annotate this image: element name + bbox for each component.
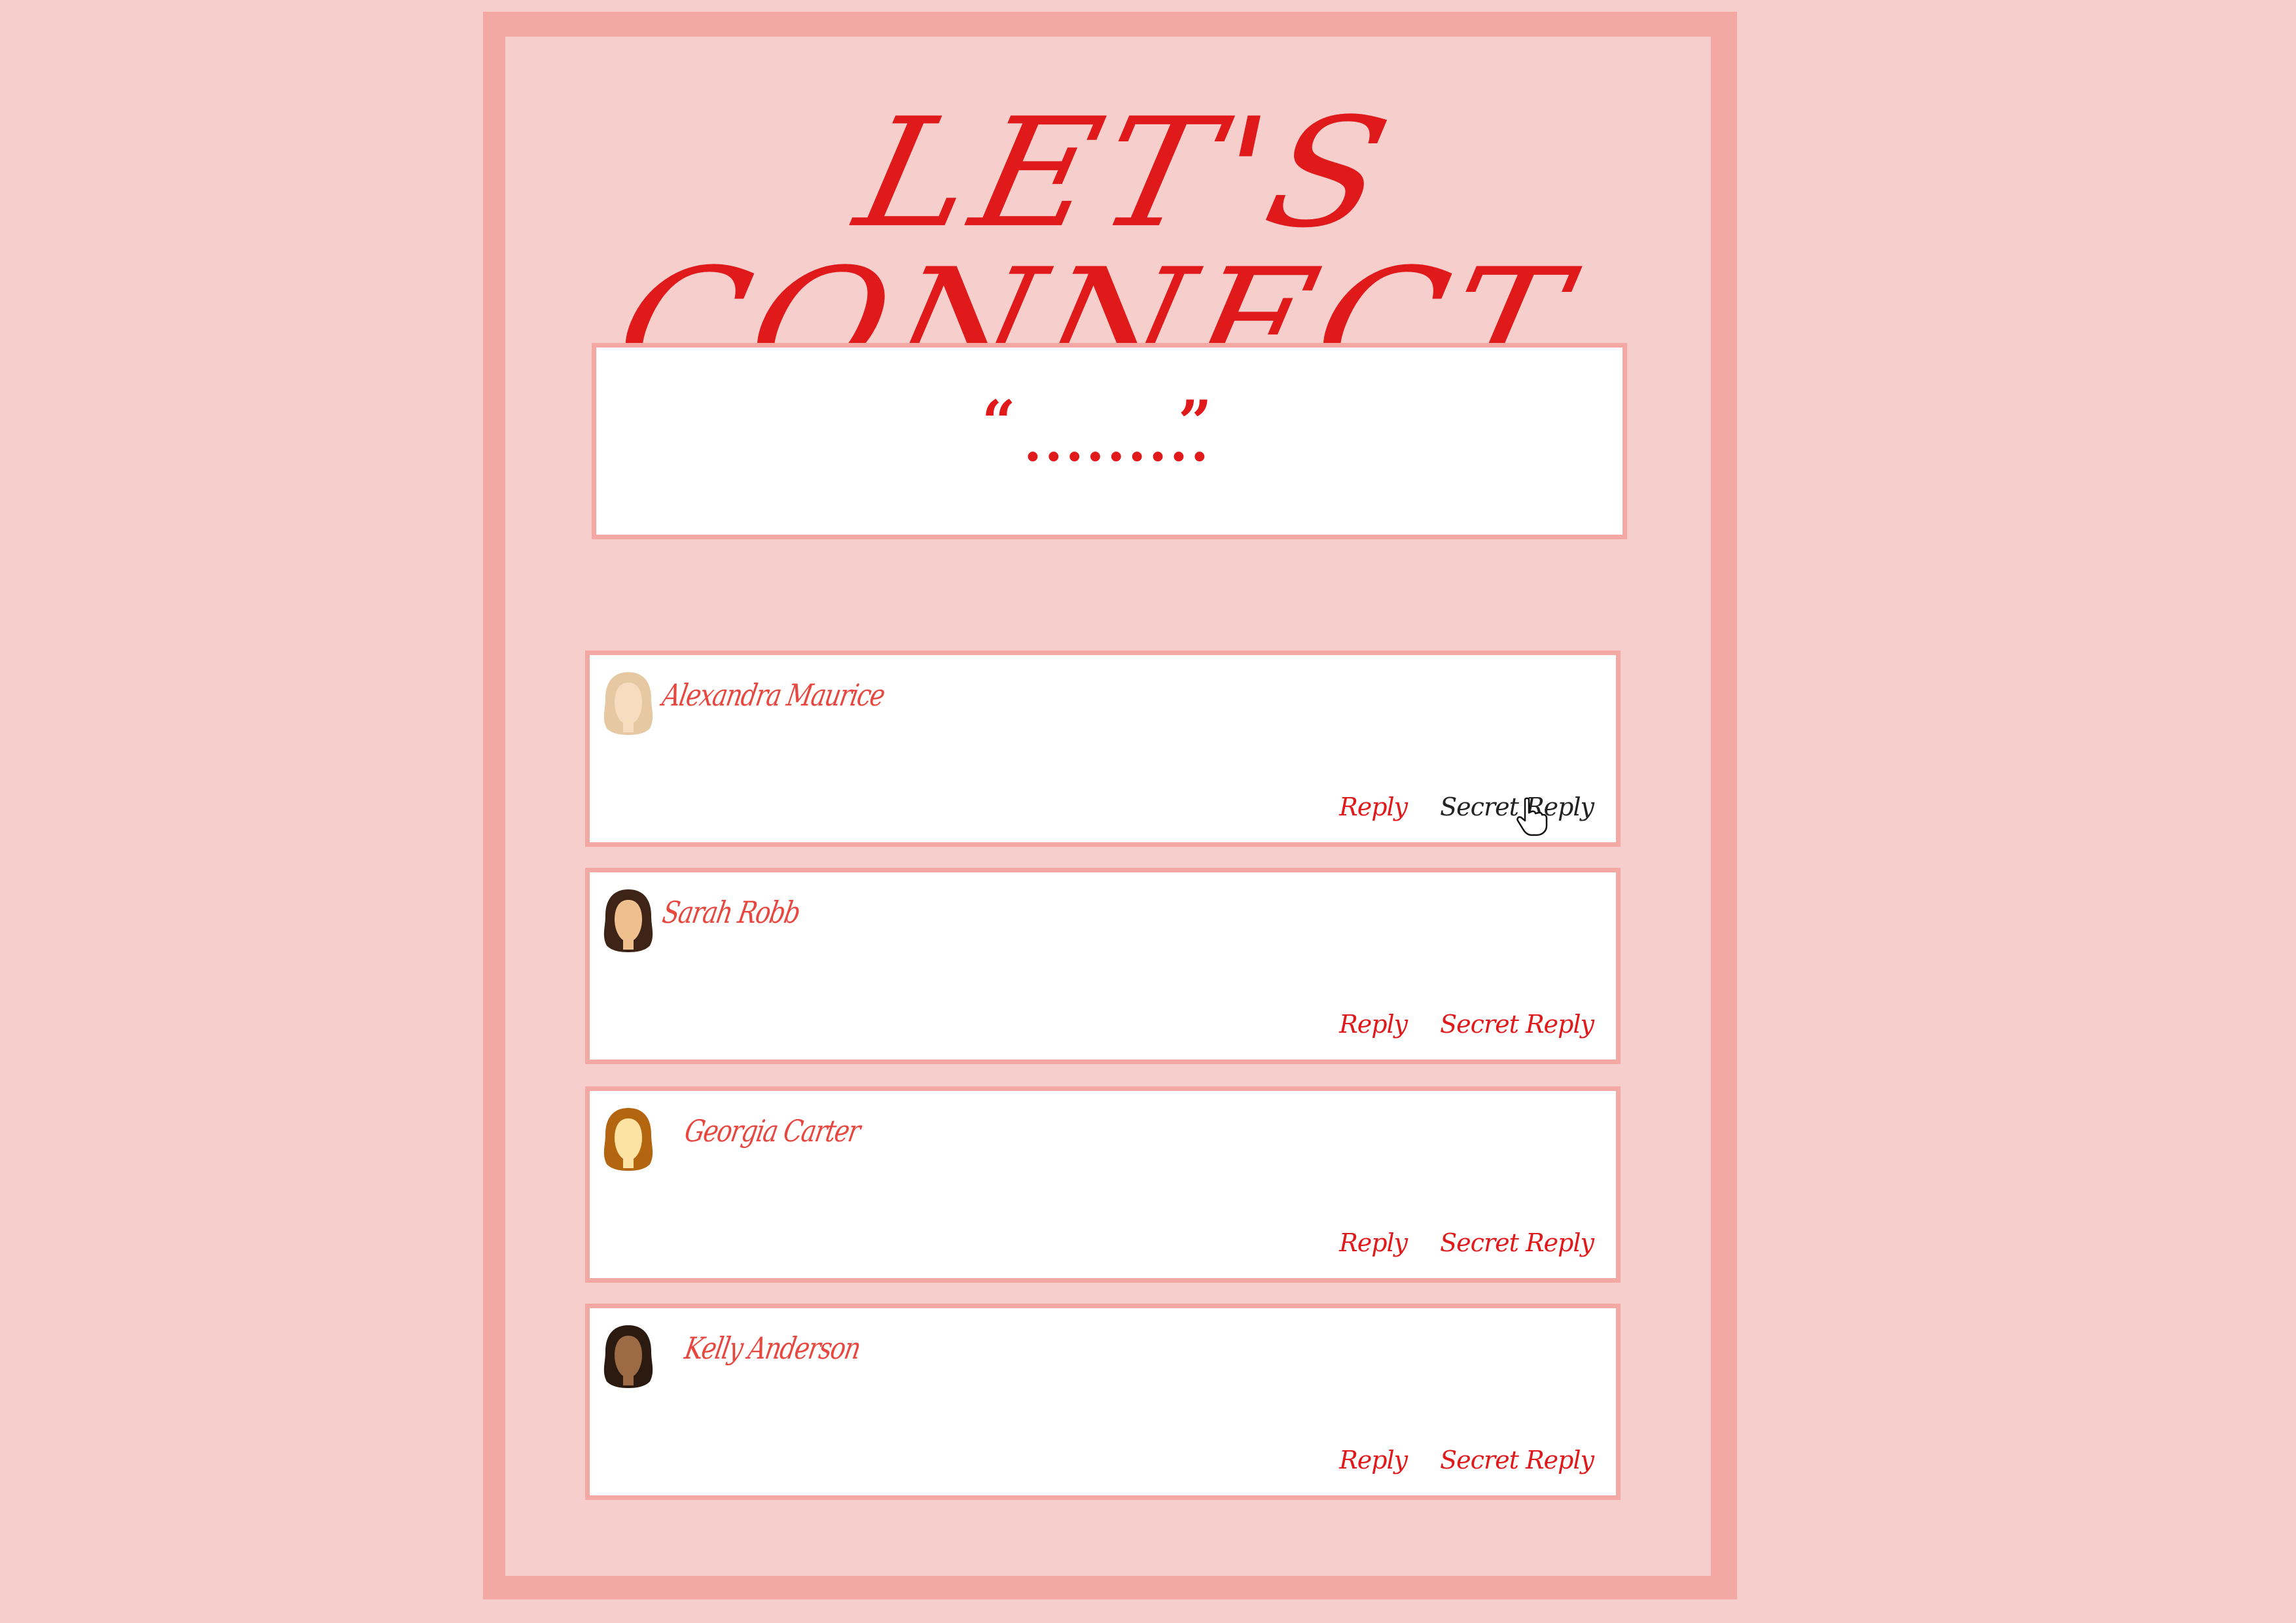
secret-reply-button[interactable]: Secret Reply [1440, 1010, 1594, 1039]
secret-reply-button[interactable]: Secret Reply [1440, 1446, 1594, 1474]
commenter-name: Kelly Anderson [682, 1330, 863, 1366]
close-quote-mark: ” [1178, 387, 1212, 457]
comment-card: Kelly Anderson Reply Secret Reply [585, 1304, 1621, 1500]
avatar-icon [603, 672, 653, 735]
commenter-name: Alexandra Maurice [660, 677, 888, 713]
commenter-name: Georgia Carter [682, 1113, 863, 1149]
comment-card: Sarah Robb Reply Secret Reply [585, 868, 1621, 1064]
open-quote-mark: “ [982, 387, 1016, 457]
pointer-cursor-icon [1516, 797, 1548, 836]
avatar-icon [603, 1108, 653, 1171]
comment-card: Georgia Carter Reply Secret Reply [585, 1086, 1621, 1283]
comment-card: Alexandra Maurice Reply Secret Reply [585, 651, 1621, 847]
quote-placeholder: “ ......... ” [982, 393, 1230, 497]
reply-button[interactable]: Reply [1339, 1446, 1408, 1474]
commenter-name: Sarah Robb [660, 895, 802, 930]
reply-button[interactable]: Reply [1339, 1228, 1408, 1257]
secret-reply-button[interactable]: Secret Reply [1440, 1228, 1594, 1257]
reply-button[interactable]: Reply [1339, 1010, 1408, 1039]
avatar-icon [603, 889, 653, 952]
reply-button[interactable]: Reply [1339, 793, 1408, 821]
avatar-icon [603, 1325, 653, 1388]
